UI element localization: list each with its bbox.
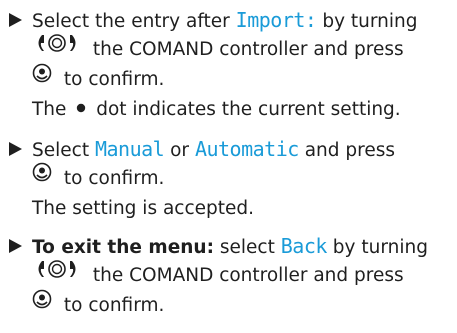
press-controller-icon bbox=[32, 289, 52, 319]
step3-confirm-text: to confirm. bbox=[63, 295, 165, 316]
step3-select-text: select bbox=[219, 237, 275, 258]
menu-term-import: Import: bbox=[235, 8, 317, 32]
step2-result-text: The setting is accepted. bbox=[32, 198, 255, 219]
turn-controller-icon bbox=[32, 259, 82, 289]
triangle-bullet-icon bbox=[9, 5, 25, 35]
turn-controller-icon bbox=[32, 33, 82, 63]
instruction-step-3: To exit the menu: select Back by turning… bbox=[9, 231, 454, 321]
step2-confirm-text: to confirm. bbox=[63, 168, 165, 189]
step2-select-text: Select bbox=[32, 140, 90, 161]
instruction-step-1: Select the entry after Import: by turnin… bbox=[9, 5, 454, 125]
step2-and-press-text: and press bbox=[304, 140, 395, 161]
menu-term-back: Back bbox=[280, 234, 328, 258]
step1-controller-text: the COMAND controller and press bbox=[92, 39, 404, 60]
step3-by-turning-text: by turning bbox=[332, 237, 428, 258]
press-controller-icon bbox=[32, 63, 52, 93]
step1-confirm-text: to confirm. bbox=[63, 69, 165, 90]
step2-or-text: or bbox=[170, 140, 190, 161]
step1-by-turning-text: by turning bbox=[322, 11, 418, 32]
instruction-step-2: Select Manual or Automatic and press to … bbox=[9, 134, 454, 224]
triangle-bullet-icon bbox=[9, 134, 25, 164]
step1-note-prefix: The bbox=[32, 99, 67, 120]
menu-option-automatic: Automatic bbox=[194, 137, 299, 161]
triangle-bullet-icon bbox=[9, 231, 25, 261]
step3-controller-text: the COMAND controller and press bbox=[92, 265, 404, 286]
step1-select-text: Select the entry after bbox=[32, 11, 230, 32]
step1-note-suffix: dot indicates the current setting. bbox=[96, 99, 401, 120]
step3-bold-intro: To exit the menu: bbox=[32, 237, 214, 258]
press-controller-icon bbox=[32, 162, 52, 192]
menu-option-manual: Manual bbox=[94, 137, 165, 161]
filled-dot-icon bbox=[76, 93, 86, 123]
